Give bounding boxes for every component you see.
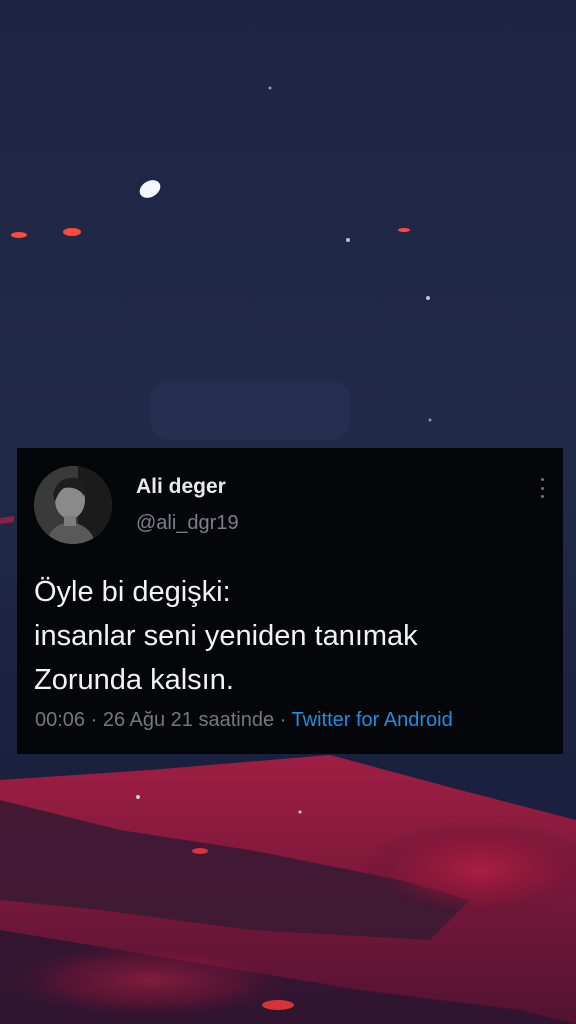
tweet-meta: 00:06 · 26 Ağu 21 saatinde · Twitter for…	[35, 709, 453, 732]
bright-light	[139, 180, 161, 198]
red-glow	[0, 940, 300, 1020]
user-handle[interactable]: @ali_dgr19	[136, 512, 239, 535]
red-light	[262, 1000, 294, 1010]
tweet-text-line: Öyle bi degişki:	[34, 576, 231, 608]
tweet-timestamp[interactable]: 00:06 · 26 Ağu 21 saatinde	[35, 709, 274, 731]
star	[298, 810, 302, 814]
red-light	[63, 228, 81, 236]
avatar[interactable]	[34, 466, 112, 544]
star	[426, 296, 430, 300]
vertical-ellipsis-icon[interactable]	[536, 476, 548, 500]
faint-glow	[150, 380, 350, 440]
star	[136, 795, 140, 799]
meta-separator: ·	[274, 709, 292, 731]
star	[346, 238, 350, 242]
tweet-text: Öyle bi degişki: insanlar seni yeniden t…	[34, 570, 544, 702]
tweet-text-line: insanlar seni yeniden tanımak	[34, 620, 418, 652]
red-streak	[0, 516, 14, 524]
red-light	[398, 228, 410, 232]
red-light	[11, 232, 27, 238]
red-light	[192, 848, 208, 854]
star	[268, 86, 272, 90]
user-photo	[34, 466, 112, 544]
tweet-source-link[interactable]: Twitter for Android	[292, 709, 453, 731]
tweet-text-line: Zorunda kalsın.	[34, 664, 234, 696]
display-name[interactable]: Ali deger	[136, 475, 226, 499]
star	[428, 418, 432, 422]
